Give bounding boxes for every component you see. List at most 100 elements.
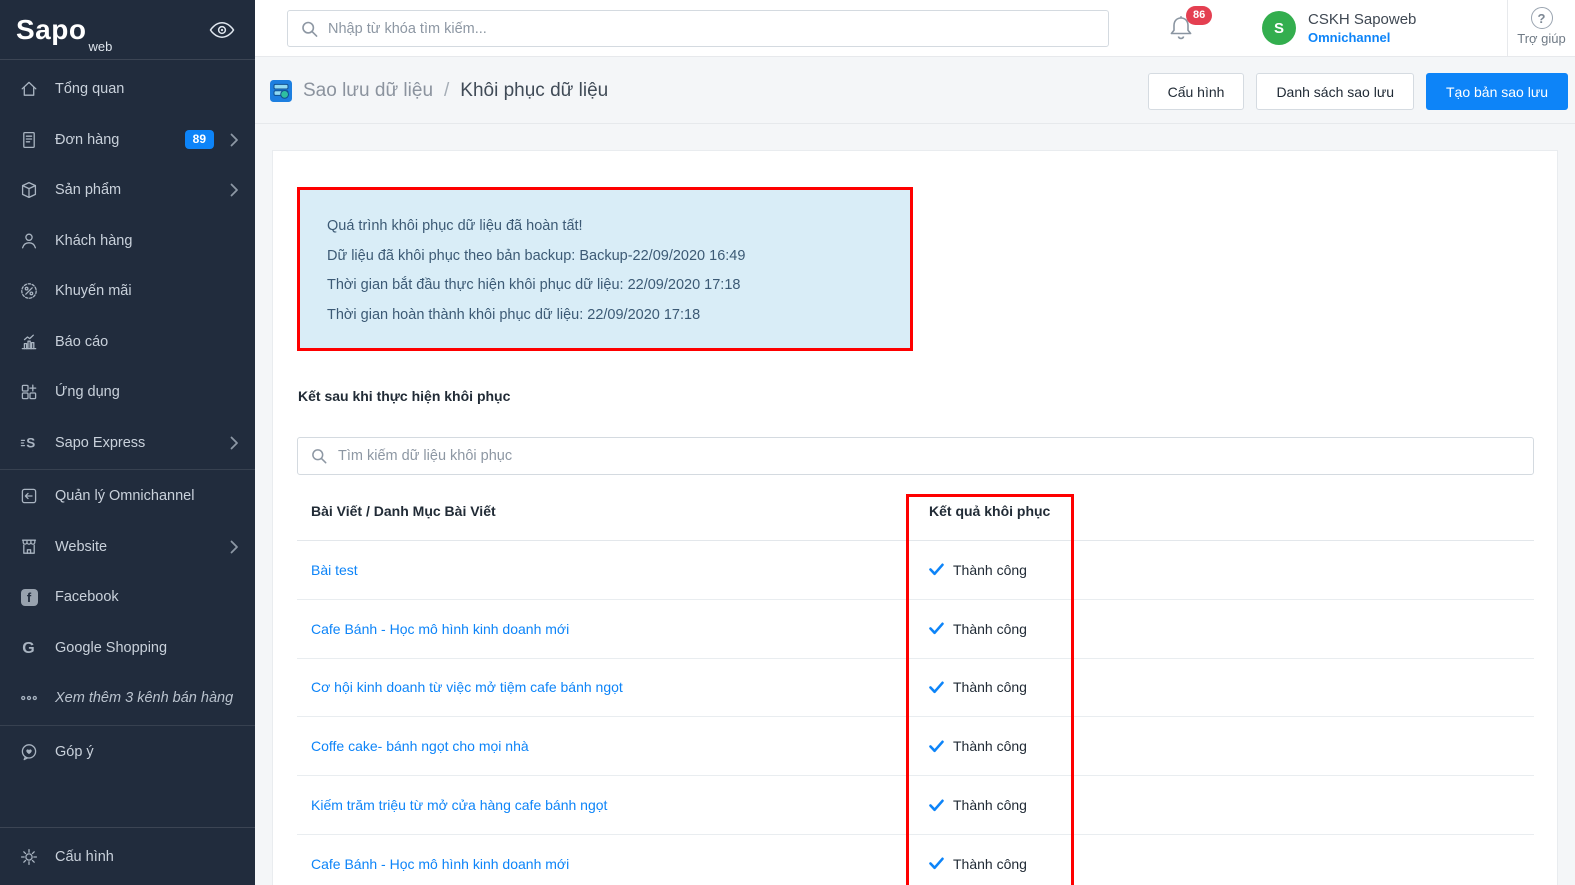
sidebar-item-omnichannel[interactable]: Quản lý Omnichannel: [0, 471, 255, 522]
account-menu[interactable]: S CSKH Sapoweb Omnichannel: [1262, 11, 1416, 47]
restore-status: Thành công: [929, 738, 1027, 754]
global-search-input[interactable]: [288, 11, 1108, 46]
check-icon: [929, 799, 944, 812]
status-label: Thành công: [953, 738, 1027, 754]
sidebar-item-feedback[interactable]: Góp ý: [0, 727, 255, 778]
column-header-result: Kết quả khôi phục: [929, 503, 1050, 519]
restore-search-input[interactable]: [298, 438, 1533, 474]
table-row: Cafe Bánh - Học mô hình kinh doanh mới Th…: [297, 835, 1534, 885]
global-search[interactable]: [287, 10, 1109, 47]
sidebar-item-label: Sapo Express: [55, 435, 230, 451]
restore-search[interactable]: [297, 437, 1534, 475]
more-channels-icon: [18, 687, 40, 709]
reports-icon: [18, 331, 40, 353]
results-heading: Kết sau khi thực hiện khôi phục: [298, 388, 510, 404]
sidebar-item-label: Tổng quan: [55, 81, 239, 97]
sidebar-item-apps[interactable]: Ứng dụng: [0, 367, 255, 418]
summary-line: Quá trình khôi phục dữ liệu đã hoàn tất!: [327, 212, 890, 242]
omnichannel-icon: [18, 485, 40, 507]
restore-summary: Quá trình khôi phục dữ liệu đã hoàn tất!…: [300, 190, 910, 348]
post-link[interactable]: Kiếm trăm triệu từ mở cửa hàng cafe bánh…: [311, 797, 607, 813]
help-button[interactable]: ? Trợ giúp: [1507, 0, 1575, 57]
check-icon: [929, 857, 944, 870]
status-label: Thành công: [953, 797, 1027, 813]
summary-line: Dữ liệu đã khôi phục theo bản backup: Ba…: [327, 242, 890, 272]
chevron-right-icon: [230, 540, 239, 554]
svg-text:S: S: [26, 435, 35, 450]
restore-status: Thành công: [929, 679, 1027, 695]
orders-icon: [18, 129, 40, 151]
sidebar-item-label: Cấu hình: [55, 849, 239, 865]
table-row: Cafe Bánh - Học mô hình kinh doanh mớiTh…: [297, 600, 1534, 659]
sidebar-item-label: Facebook: [55, 589, 239, 605]
backup-app-icon: [270, 80, 292, 102]
backup-list-button[interactable]: Danh sách sao lưu: [1256, 73, 1414, 110]
sidebar-item-gear[interactable]: Cấu hình: [0, 828, 255, 885]
brand-logo[interactable]: Sapo web: [0, 0, 255, 60]
sidebar-divider: [0, 725, 255, 726]
google-icon: G: [18, 637, 40, 659]
page-actions: Cấu hình Danh sách sao lưu Tạo bản sao l…: [1148, 73, 1568, 110]
brand-suffix: web: [88, 39, 112, 59]
sidebar-item-website[interactable]: Website: [0, 522, 255, 573]
sidebar-divider: [0, 469, 255, 470]
summary-line: Thời gian hoàn thành khôi phục dữ liệu: …: [327, 301, 890, 331]
check-icon: [929, 563, 944, 576]
sidebar-item-promotion[interactable]: Khuyến mãi: [0, 266, 255, 317]
page-title: Khôi phục dữ liệu: [460, 80, 608, 102]
sidebar-item-more-channels[interactable]: Xem thêm 3 kênh bán hàng: [0, 673, 255, 724]
summary-line: Thời gian bắt đầu thực hiện khôi phục dữ…: [327, 271, 890, 301]
breadcrumb: Sao lưu dữ liệu / Khôi phục dữ liệu: [270, 58, 608, 123]
create-backup-button[interactable]: Tạo bản sao lưu: [1426, 73, 1568, 110]
config-button[interactable]: Cấu hình: [1148, 73, 1245, 110]
post-link[interactable]: Cơ hội kinh doanh từ việc mở tiệm cafe b…: [311, 679, 623, 695]
post-link[interactable]: Bài test: [311, 562, 358, 578]
sidebar-item-facebook[interactable]: f Facebook: [0, 572, 255, 623]
post-link[interactable]: Cafe Bánh - Học mô hình kinh doanh mới: [311, 621, 569, 637]
restore-results-table: Bài Viết / Danh Mục Bài Viết Kết quả khô…: [297, 482, 1534, 885]
sidebar-item-home[interactable]: Tổng quan: [0, 64, 255, 115]
search-icon: [311, 448, 327, 464]
column-header-posts: Bài Viết / Danh Mục Bài Viết: [311, 503, 496, 519]
table-header: Bài Viết / Danh Mục Bài Viết Kết quả khô…: [297, 482, 1534, 541]
sidebar-item-products[interactable]: Sản phẩm: [0, 165, 255, 216]
sidebar-item-express[interactable]: S Sapo Express: [0, 418, 255, 469]
restore-status: Thành công: [929, 856, 1027, 872]
notifications-button[interactable]: 86: [1166, 11, 1202, 51]
search-icon: [301, 20, 318, 37]
sidebar-item-orders[interactable]: Đơn hàng89: [0, 115, 255, 166]
facebook-icon: f: [18, 586, 40, 608]
sidebar-menu: Tổng quan Đơn hàng89 Sản phẩm Khách hàng Khu…: [0, 60, 255, 777]
post-link[interactable]: Coffe cake- bánh ngọt cho mọi nhà: [311, 738, 529, 754]
sidebar-item-label: Góp ý: [55, 744, 239, 760]
sidebar-item-customers[interactable]: Khách hàng: [0, 216, 255, 267]
breadcrumb-parent[interactable]: Sao lưu dữ liệu: [303, 80, 433, 102]
sidebar-item-label: Xem thêm 3 kênh bán hàng: [55, 690, 239, 706]
breadcrumb-bar: Sao lưu dữ liệu / Khôi phục dữ liệu Cấu …: [255, 58, 1575, 124]
promotion-icon: [18, 280, 40, 302]
user-channel: Omnichannel: [1308, 30, 1390, 45]
status-label: Thành công: [953, 562, 1027, 578]
post-link[interactable]: Cafe Bánh - Học mô hình kinh doanh mới: [311, 856, 569, 872]
sidebar-item-label: Google Shopping: [55, 640, 239, 656]
avatar: S: [1262, 11, 1296, 45]
sidebar-item-label: Khuyến mãi: [55, 283, 239, 299]
restore-status: Thành công: [929, 797, 1027, 813]
sidebar-item-google[interactable]: G Google Shopping: [0, 623, 255, 674]
restore-status: Thành công: [929, 562, 1027, 578]
sidebar-item-label: Báo cáo: [55, 334, 239, 350]
sidebar-item-label: Ứng dụng: [55, 384, 239, 400]
sidebar-item-reports[interactable]: Báo cáo: [0, 317, 255, 368]
sidebar-item-label: Sản phẩm: [55, 182, 230, 198]
customers-icon: [18, 230, 40, 252]
brand-name: Sapo: [16, 14, 86, 46]
products-icon: [18, 179, 40, 201]
sidebar-footer: Cấu hình: [0, 827, 255, 885]
table-body: Bài test Thành công Cafe Bánh - Học mô hìn…: [297, 541, 1534, 885]
eye-icon[interactable]: [209, 21, 235, 39]
sidebar-item-label: Quản lý Omnichannel: [55, 488, 239, 504]
check-icon: [929, 622, 944, 635]
main-content: Quá trình khôi phục dữ liệu đã hoàn tất!…: [255, 124, 1575, 885]
topbar: 86 S CSKH Sapoweb Omnichannel ? Trợ giúp: [255, 0, 1575, 57]
help-label: Trợ giúp: [1508, 31, 1575, 46]
